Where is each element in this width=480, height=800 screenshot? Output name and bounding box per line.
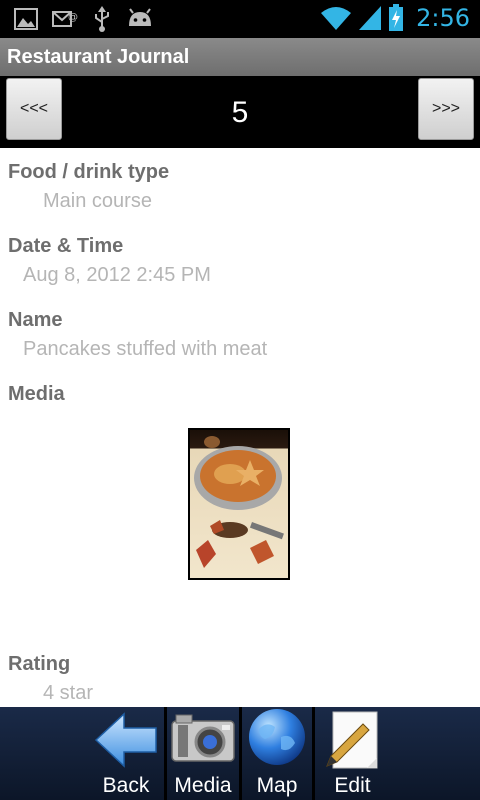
name-label: Name <box>8 309 63 331</box>
clock: 2:56 <box>416 4 470 32</box>
battery-charging-icon <box>389 4 404 31</box>
edit-button-label: Edit <box>334 774 371 797</box>
food-photo <box>190 430 288 578</box>
media-thumbnail[interactable] <box>188 428 290 580</box>
date-value: Aug 8, 2012 2:45 PM <box>23 264 211 286</box>
back-arrow-icon <box>94 712 157 768</box>
edit-button[interactable]: Edit <box>315 707 390 800</box>
mail-icon: @ <box>52 11 78 27</box>
type-label: Food / drink type <box>8 161 170 183</box>
android-icon <box>129 8 151 26</box>
svg-text:@: @ <box>68 12 78 23</box>
rating-label: Rating <box>8 653 71 675</box>
camera-icon <box>171 714 235 762</box>
record-navigation: <<< 5 >>> <box>0 76 480 148</box>
entry-details[interactable]: Food / drink type Main course Date & Tim… <box>0 148 480 707</box>
media-label: Media <box>8 383 65 405</box>
image-icon <box>14 8 38 30</box>
type-value: Main course <box>43 190 152 212</box>
edit-pencil-icon <box>326 711 378 769</box>
usb-icon <box>95 6 109 32</box>
name-value: Pancakes stuffed with meat <box>23 338 268 360</box>
system-icons: 2:56 <box>320 4 470 32</box>
bottom-toolbar: Back Media Map Edit <box>0 707 480 800</box>
media-button-label: Media <box>174 774 232 797</box>
date-label: Date & Time <box>8 235 124 257</box>
map-button[interactable]: Map <box>242 707 312 800</box>
status-bar: @ 2:56 <box>0 0 480 38</box>
title-bar: Restaurant Journal <box>0 38 480 76</box>
notification-icons: @ <box>14 6 154 32</box>
map-button-label: Map <box>256 774 298 797</box>
globe-icon <box>249 709 305 765</box>
next-button[interactable]: >>> <box>418 78 474 140</box>
wifi-icon <box>321 7 352 30</box>
back-button[interactable]: Back <box>88 707 164 800</box>
rating-value: 4 star <box>43 682 94 704</box>
back-label: Back <box>102 774 150 797</box>
media-button[interactable]: Media <box>167 707 239 800</box>
signal-icon <box>359 6 382 30</box>
record-number: 5 <box>231 96 249 129</box>
app-title: Restaurant Journal <box>7 46 190 68</box>
